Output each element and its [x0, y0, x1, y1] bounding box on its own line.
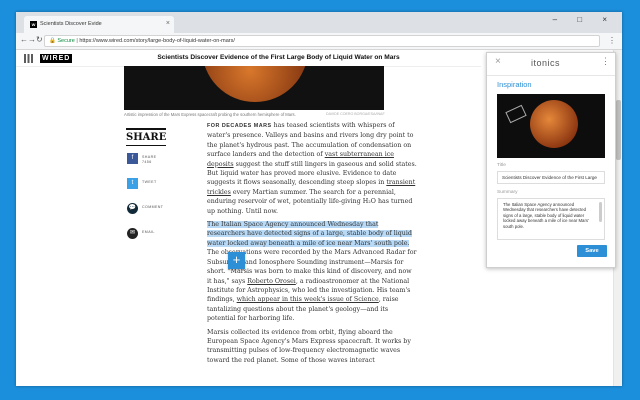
wired-favicon-icon: W — [30, 21, 37, 28]
article-link[interactable]: Roberto Orosei — [247, 278, 296, 285]
browser-window: W Scientists Discover Evide × – □ × ← → … — [16, 12, 622, 386]
share-item-facebook[interactable]: f SHARE 7456 — [126, 151, 166, 171]
tab-title: Scientists Discover Evide — [40, 21, 102, 27]
hero-image — [124, 66, 384, 110]
article-paragraph: The Italian Space Agency announced Wedne… — [207, 221, 417, 323]
panel-divider — [487, 75, 615, 76]
secure-label: Secure — [57, 38, 75, 44]
article-paragraph: FOR DECADES MARS has teased scientists w… — [207, 122, 417, 215]
tab-close-icon[interactable]: × — [166, 20, 170, 27]
share-title: SHARE — [126, 128, 166, 146]
panel-menu-icon[interactable]: ⋮ — [601, 56, 610, 67]
share-item-twitter[interactable]: t TWEET — [126, 176, 166, 196]
hero-caption: Artistic impression of the Mars Express … — [124, 112, 296, 117]
comment-label: COMMENT — [142, 205, 164, 209]
reload-icon[interactable]: ↻ — [36, 35, 43, 44]
add-inspiration-button[interactable]: + — [228, 252, 245, 269]
facebook-icon[interactable]: f — [127, 153, 138, 164]
hero-credit: DAVIDE COERO BORGA/ESA/INAF — [326, 112, 385, 116]
browser-tab[interactable]: W Scientists Discover Evide × — [24, 16, 174, 33]
twitter-icon[interactable]: t — [127, 178, 138, 189]
email-label: EMAIL — [142, 230, 155, 234]
tab-strip: W Scientists Discover Evide × – □ × — [16, 12, 622, 33]
close-icon[interactable]: × — [495, 56, 501, 67]
window-controls[interactable]: – □ × — [553, 15, 616, 24]
highlighted-selection[interactable]: The Italian Space Agency announced Wedne… — [207, 221, 412, 247]
lock-icon: 🔒 — [49, 38, 56, 44]
back-icon[interactable]: ← — [20, 35, 28, 44]
inspiration-image — [497, 94, 605, 158]
panel-heading: Inspiration — [497, 80, 532, 89]
article-body: FOR DECADES MARS has teased scientists w… — [207, 121, 417, 369]
share-rail: SHARE f SHARE 7456 t TWEET 💬 COMMENT ✉ EM… — [126, 128, 166, 246]
address-bar: ← → ↻ 🔒 Secure | https://www.wired.com/s… — [16, 33, 622, 50]
article-link[interactable]: which appear in this week's issue of Sci… — [237, 296, 379, 303]
scroll-thumb[interactable] — [616, 100, 621, 160]
browser-menu-icon[interactable]: ⋮ — [608, 36, 616, 45]
summary-scrollbar[interactable] — [599, 202, 602, 222]
tweet-label: TWEET — [142, 180, 157, 184]
share-label: SHARE 7456 — [142, 155, 157, 164]
summary-label: Summary — [497, 190, 518, 195]
spacecraft-thumbnail — [505, 104, 527, 124]
itonics-logo: itonics — [531, 58, 561, 68]
site-header: WIRED Scientists Discover Evidence of th… — [16, 50, 481, 67]
url-text: https://www.wired.com/story/large-body-o… — [79, 38, 235, 44]
page-title: Scientists Discover Evidence of the Firs… — [157, 54, 400, 61]
url-field[interactable]: 🔒 Secure | https://www.wired.com/story/l… — [44, 35, 600, 47]
mars-planet-image — [202, 66, 308, 102]
share-item-comment[interactable]: 💬 COMMENT — [126, 201, 166, 221]
save-button[interactable]: Save — [577, 245, 607, 257]
summary-text: The Italian Space Agency announced Wedne… — [503, 202, 589, 229]
title-field[interactable]: Scientists Discover Evidence of the Firs… — [497, 171, 605, 184]
email-icon[interactable]: ✉ — [127, 228, 138, 239]
summary-field[interactable]: The Italian Space Agency announced Wedne… — [497, 198, 605, 240]
forward-icon[interactable]: → — [28, 35, 36, 44]
comment-icon[interactable]: 💬 — [127, 203, 138, 214]
share-item-email[interactable]: ✉ EMAIL — [126, 226, 166, 246]
title-label: Title — [497, 163, 506, 168]
article-paragraph: Marsis collected its evidence from orbit… — [207, 328, 411, 364]
page-content: WIRED Scientists Discover Evidence of th… — [16, 50, 622, 386]
itonics-panel: × itonics ⋮ Inspiration Title Scientists… — [486, 52, 616, 268]
mars-thumbnail — [530, 100, 578, 148]
